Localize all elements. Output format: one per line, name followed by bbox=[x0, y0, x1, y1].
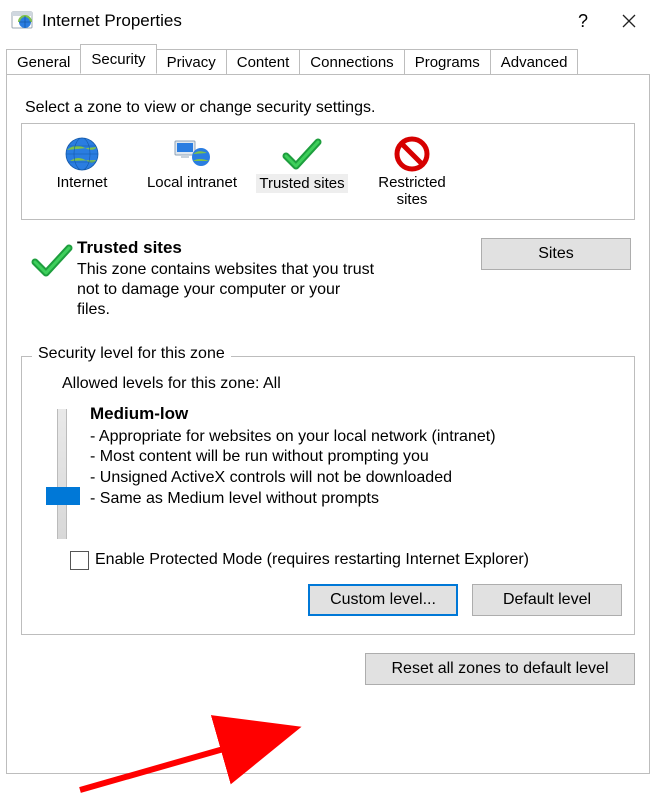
level-bullet: - Appropriate for websites on your local… bbox=[90, 427, 622, 448]
security-tab-panel: Select a zone to view or change security… bbox=[6, 74, 650, 774]
tab-content[interactable]: Content bbox=[226, 49, 301, 75]
zone-heading: Trusted sites bbox=[77, 238, 471, 258]
close-button[interactable] bbox=[606, 0, 652, 42]
internet-options-icon bbox=[10, 9, 34, 33]
titlebar: Internet Properties ? bbox=[0, 0, 656, 42]
tab-security[interactable]: Security bbox=[80, 44, 156, 74]
zone-trusted-sites[interactable]: Trusted sites bbox=[256, 132, 348, 209]
tab-general[interactable]: General bbox=[6, 49, 81, 75]
security-level-legend: Security level for this zone bbox=[32, 345, 231, 363]
tab-strip: General Security Privacy Content Connect… bbox=[0, 42, 656, 74]
restricted-icon bbox=[366, 134, 458, 174]
zone-instruction: Select a zone to view or change security… bbox=[25, 99, 635, 117]
custom-level-button[interactable]: Custom level... bbox=[308, 584, 458, 616]
slider-thumb[interactable] bbox=[46, 487, 80, 505]
checkmark-icon bbox=[27, 238, 77, 320]
zone-label: Internet bbox=[36, 174, 128, 191]
level-name: Medium-low bbox=[90, 403, 622, 425]
security-level-group: Security level for this zone Allowed lev… bbox=[21, 356, 635, 635]
tab-connections[interactable]: Connections bbox=[299, 49, 404, 75]
security-level-slider[interactable] bbox=[57, 409, 67, 539]
zone-list-box: Internet Local intranet bbox=[21, 123, 635, 220]
zone-label: Trusted sites bbox=[256, 174, 347, 193]
zone-label: Local intranet bbox=[146, 174, 238, 191]
zone-internet[interactable]: Internet bbox=[36, 132, 128, 209]
level-bullet: - Same as Medium level without prompts bbox=[90, 489, 622, 510]
protected-mode-label: Enable Protected Mode (requires restarti… bbox=[95, 551, 529, 569]
tab-advanced[interactable]: Advanced bbox=[490, 49, 579, 75]
help-button[interactable]: ? bbox=[560, 0, 606, 42]
zone-description: This zone contains websites that you tru… bbox=[77, 260, 377, 320]
window-title: Internet Properties bbox=[42, 11, 560, 31]
tab-programs[interactable]: Programs bbox=[404, 49, 491, 75]
sites-button[interactable]: Sites bbox=[481, 238, 631, 270]
zone-local-intranet[interactable]: Local intranet bbox=[146, 132, 238, 209]
level-bullet: - Most content will be run without promp… bbox=[90, 447, 622, 468]
allowed-levels-label: Allowed levels for this zone: All bbox=[62, 375, 622, 393]
reset-all-zones-button[interactable]: Reset all zones to default level bbox=[365, 653, 635, 685]
level-bullet: - Unsigned ActiveX controls will not be … bbox=[90, 468, 622, 489]
intranet-icon bbox=[146, 134, 238, 174]
checkmark-icon bbox=[256, 134, 348, 174]
protected-mode-checkbox[interactable] bbox=[70, 551, 89, 570]
tab-privacy[interactable]: Privacy bbox=[156, 49, 227, 75]
zone-restricted-sites[interactable]: Restricted sites bbox=[366, 132, 458, 209]
globe-icon bbox=[36, 134, 128, 174]
zone-detail: Trusted sites This zone contains website… bbox=[21, 230, 635, 320]
default-level-button[interactable]: Default level bbox=[472, 584, 622, 616]
zone-label: Restricted sites bbox=[366, 174, 458, 209]
